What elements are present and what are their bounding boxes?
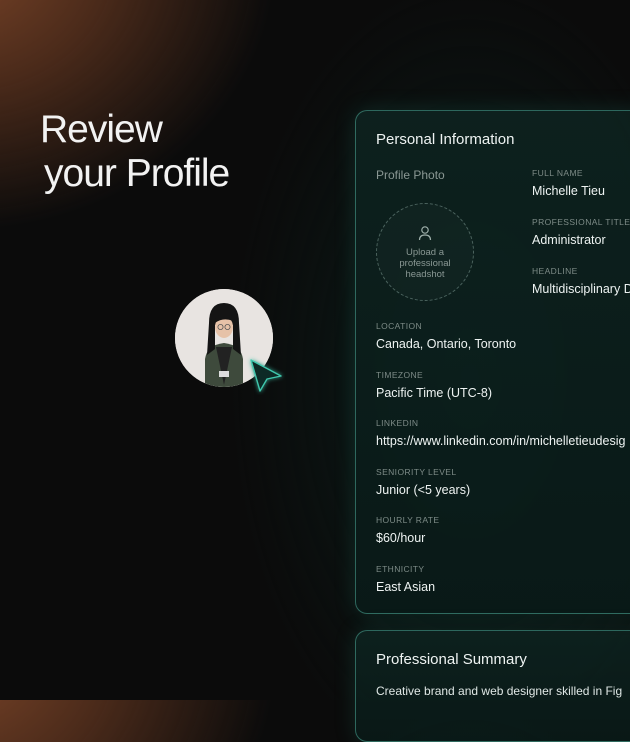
field-seniority-level[interactable]: SENIORITY LEVEL Junior (<5 years) bbox=[376, 467, 470, 497]
field-value: Administrator bbox=[532, 233, 606, 247]
field-value: Canada, Ontario, Toronto bbox=[376, 337, 517, 351]
field-label: TIMEZONE bbox=[376, 370, 424, 380]
hero-line-1: Review bbox=[40, 108, 163, 151]
field-value: Multidisciplinary D bbox=[532, 282, 630, 296]
field-label: ETHNICITY bbox=[376, 564, 425, 574]
field-label: LOCATION bbox=[376, 321, 423, 331]
field-professional-title[interactable]: PROFESSIONAL TITLE Administrator bbox=[532, 217, 630, 247]
field-headline[interactable]: HEADLINE Multidisciplinary D bbox=[532, 266, 630, 296]
field-value: Michelle Tieu bbox=[532, 184, 605, 198]
field-label: LINKEDIN bbox=[376, 418, 419, 428]
field-label: SENIORITY LEVEL bbox=[376, 467, 457, 477]
user-icon bbox=[418, 225, 432, 240]
upload-photo-button[interactable]: Upload a professional headshot bbox=[376, 203, 474, 301]
card-title: Professional Summary bbox=[376, 651, 527, 668]
field-ethnicity[interactable]: ETHNICITY East Asian bbox=[376, 564, 435, 594]
hero-line-2: your Profile bbox=[44, 152, 230, 195]
summary-text[interactable]: Creative brand and web designer skilled … bbox=[376, 684, 622, 698]
field-label: HEADLINE bbox=[532, 266, 578, 276]
field-linkedin[interactable]: LINKEDIN https://www.linkedin.com/in/mic… bbox=[376, 418, 625, 448]
upload-hint: Upload a professional headshot bbox=[399, 246, 451, 280]
field-label: PROFESSIONAL TITLE bbox=[532, 217, 630, 227]
field-label: FULL NAME bbox=[532, 168, 583, 178]
field-full-name[interactable]: FULL NAME Michelle Tieu bbox=[532, 168, 605, 198]
personal-information-card: Personal Information Profile Photo Uploa… bbox=[355, 110, 630, 614]
card-title: Personal Information bbox=[376, 131, 515, 148]
cursor-arrow-icon bbox=[245, 355, 285, 400]
field-value: Junior (<5 years) bbox=[376, 483, 471, 497]
field-timezone[interactable]: TIMEZONE Pacific Time (UTC-8) bbox=[376, 370, 492, 400]
field-value: East Asian bbox=[376, 580, 436, 594]
field-value: https://www.linkedin.com/in/michelletieu… bbox=[376, 434, 626, 448]
field-value: Pacific Time (UTC-8) bbox=[376, 386, 492, 400]
field-location[interactable]: LOCATION Canada, Ontario, Toronto bbox=[376, 321, 516, 351]
profile-photo-label: Profile Photo bbox=[376, 168, 445, 182]
hero-heading: Review your Profile bbox=[40, 108, 230, 196]
field-label: HOURLY RATE bbox=[376, 515, 440, 525]
field-hourly-rate[interactable]: HOURLY RATE $60/hour bbox=[376, 515, 439, 545]
field-value: $60/hour bbox=[376, 531, 426, 545]
professional-summary-card: Professional Summary Creative brand and … bbox=[355, 630, 630, 742]
